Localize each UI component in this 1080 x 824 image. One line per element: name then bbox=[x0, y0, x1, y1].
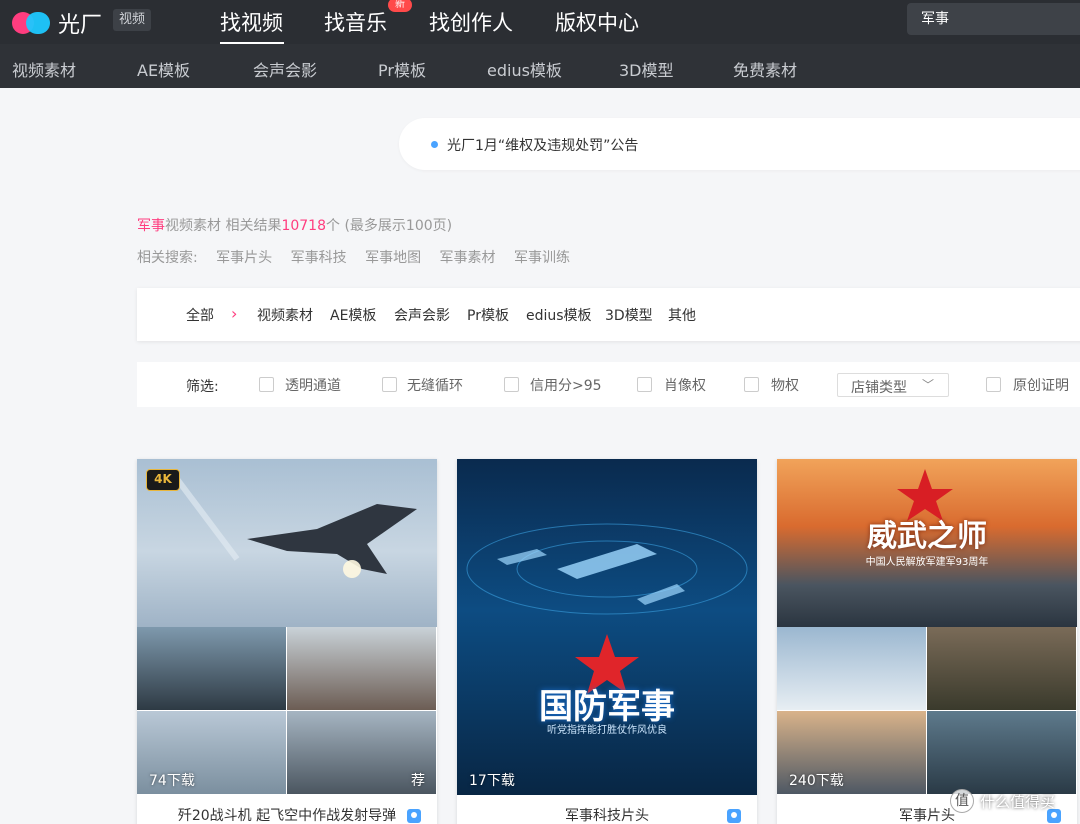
filter-bar: 筛选: 透明通道 无缝循环 信用分>95 肖像权 物权 店铺类型 ﹀ 原创证明 bbox=[137, 362, 1080, 407]
filter-option[interactable]: 信用分>95 bbox=[530, 375, 602, 395]
category-item[interactable]: 3D模型 bbox=[605, 305, 653, 325]
category-item[interactable]: 会声会影 bbox=[394, 305, 450, 325]
overlay-subtitle: 中国人民解放军建军93周年 bbox=[865, 557, 989, 568]
filter-checkbox[interactable] bbox=[986, 377, 1001, 392]
category-bar: 全部 › 视频素材 AE模板 会声会影 Pr模板 edius模板 3D模型 其他 bbox=[137, 288, 1080, 341]
verified-icon bbox=[727, 809, 741, 823]
notice-text[interactable]: 光厂1月“维权及违规处罚”公告 bbox=[447, 135, 638, 155]
filter-checkbox[interactable] bbox=[504, 377, 519, 392]
category-item[interactable]: 其他 bbox=[668, 305, 696, 325]
category-item[interactable]: 视频素材 bbox=[257, 305, 313, 325]
notice-bar[interactable]: 光厂1月“维权及违规处罚”公告 bbox=[399, 118, 1080, 170]
category-item[interactable]: AE模板 bbox=[330, 305, 376, 325]
result-summary: 军事视频素材 相关结果10718个 (最多展示100页) bbox=[137, 215, 452, 235]
nav-find-video[interactable]: 找视频 bbox=[220, 7, 283, 37]
brand-tag: 视频 bbox=[113, 9, 152, 31]
filter-option[interactable]: 原创证明 bbox=[1013, 375, 1069, 395]
card-title[interactable]: 歼20战斗机 起飞空中作战发射导弹 bbox=[137, 805, 437, 824]
chevron-down-icon: ﹀ bbox=[922, 378, 935, 392]
subnav-ae[interactable]: AE模板 bbox=[137, 57, 190, 81]
subnav-edius[interactable]: edius模板 bbox=[487, 57, 562, 81]
related-item[interactable]: 军事训练 bbox=[514, 250, 570, 266]
overlay-subtitle: 听党指挥能打胜仗作风优良 bbox=[547, 725, 667, 736]
brand-name[interactable]: 光厂 bbox=[58, 7, 102, 39]
category-all[interactable]: 全部 bbox=[186, 305, 214, 325]
nav-copyright-center[interactable]: 版权中心 bbox=[555, 7, 639, 37]
result-count: 10718 bbox=[281, 218, 326, 234]
sub-nav: 视频素材 AE模板 会声会影 Pr模板 edius模板 3D模型 免费素材 bbox=[0, 44, 1080, 88]
filter-checkbox[interactable] bbox=[637, 377, 652, 392]
overlay-title: 威武之师 bbox=[867, 519, 987, 554]
watermark-logo-icon: 值 bbox=[950, 789, 974, 813]
filter-option[interactable]: 透明通道 bbox=[285, 375, 341, 395]
filter-label: 筛选: bbox=[186, 379, 219, 395]
related-searches: 相关搜索: 军事片头 军事科技 军事地图 军事素材 军事训练 bbox=[137, 247, 584, 267]
subnav-free[interactable]: 免费素材 bbox=[733, 57, 797, 81]
watermark-text: 什么值得买 bbox=[980, 793, 1056, 811]
filter-checkbox[interactable] bbox=[744, 377, 759, 392]
chevron-right-icon: › bbox=[231, 304, 238, 323]
search-input[interactable]: 军事 bbox=[907, 3, 1080, 35]
related-label: 相关搜索: bbox=[137, 250, 198, 266]
verified-icon bbox=[407, 809, 421, 823]
nav-find-creator[interactable]: 找创作人 bbox=[429, 7, 513, 37]
subnav-video[interactable]: 视频素材 bbox=[12, 57, 76, 81]
subnav-pr[interactable]: Pr模板 bbox=[378, 57, 426, 81]
filter-option[interactable]: 肖像权 bbox=[664, 375, 706, 395]
related-item[interactable]: 军事素材 bbox=[440, 250, 496, 266]
related-item[interactable]: 军事地图 bbox=[365, 250, 421, 266]
category-item[interactable]: Pr模板 bbox=[467, 305, 509, 325]
watermark: 值 什么值得买 bbox=[950, 787, 1080, 817]
4k-badge: 4K bbox=[146, 469, 180, 491]
subnav-huisheng[interactable]: 会声会影 bbox=[253, 57, 317, 81]
shop-type-select[interactable]: 店铺类型 ﹀ bbox=[837, 373, 949, 397]
filter-checkbox[interactable] bbox=[382, 377, 397, 392]
subnav-3d[interactable]: 3D模型 bbox=[619, 57, 674, 81]
result-prefix: 视频素材 相关结果 bbox=[165, 218, 282, 234]
new-badge: 新 bbox=[388, 0, 412, 12]
result-suffix: 个 (最多展示100页) bbox=[326, 218, 453, 234]
recommend-badge: 荐 bbox=[411, 773, 425, 789]
related-item[interactable]: 军事科技 bbox=[291, 250, 347, 266]
filter-option[interactable]: 物权 bbox=[771, 375, 799, 395]
video-thumbnail[interactable]: 威武之师 中国人民解放军建军93周年 240下载 bbox=[777, 459, 1077, 795]
shop-type-label: 店铺类型 bbox=[851, 380, 907, 396]
download-count: 17下载 bbox=[469, 773, 515, 789]
card-title[interactable]: 军事科技片头 bbox=[457, 805, 757, 824]
logo-icon[interactable] bbox=[12, 8, 52, 34]
download-count: 240下载 bbox=[789, 773, 844, 789]
result-keyword: 军事 bbox=[137, 218, 165, 234]
video-card[interactable]: 威武之师 中国人民解放军建军93周年 240下载 军事片头 bbox=[777, 459, 1077, 824]
video-card[interactable]: 4K 74下载 荐 歼20战斗机 起飞空中作战发射导弹 bbox=[137, 459, 437, 824]
video-thumbnail[interactable]: 国防军事 听党指挥能打胜仗作风优良 17下载 bbox=[457, 459, 757, 795]
notice-dot-icon bbox=[431, 141, 438, 148]
filter-option[interactable]: 无缝循环 bbox=[407, 375, 463, 395]
category-item[interactable]: edius模板 bbox=[526, 305, 592, 325]
filter-checkbox[interactable] bbox=[259, 377, 274, 392]
related-item[interactable]: 军事片头 bbox=[216, 250, 272, 266]
top-bar: 光厂 视频 找视频 找音乐 新 找创作人 版权中心 军事 bbox=[0, 0, 1080, 44]
video-thumbnail[interactable]: 4K 74下载 荐 bbox=[137, 459, 437, 795]
download-count: 74下载 bbox=[149, 773, 195, 789]
video-card[interactable]: 国防军事 听党指挥能打胜仗作风优良 17下载 军事科技片头 bbox=[457, 459, 757, 824]
nav-find-music[interactable]: 找音乐 bbox=[324, 7, 387, 37]
